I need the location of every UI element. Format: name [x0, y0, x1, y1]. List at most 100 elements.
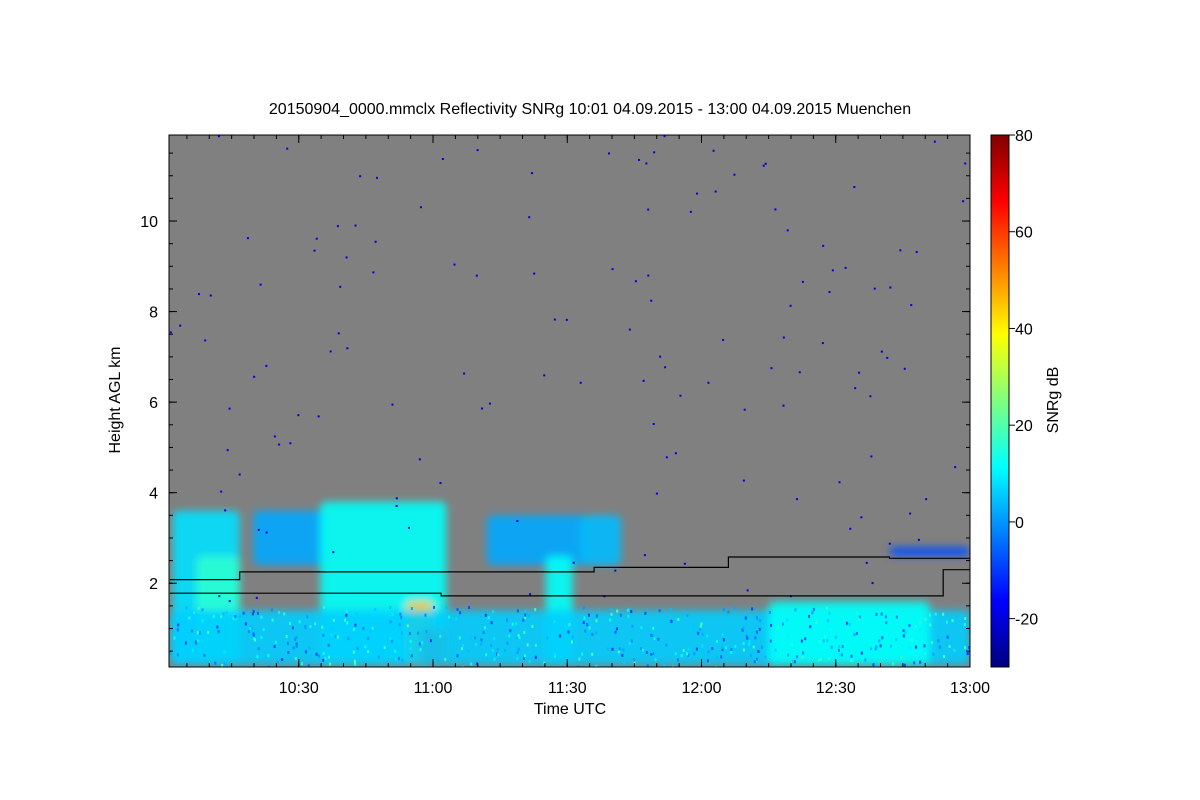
noise-speckle-dot — [640, 625, 643, 629]
noise-speckle-dot — [177, 623, 180, 627]
x-axis-label: Time UTC — [534, 701, 606, 718]
noise-speckle-dot — [530, 172, 533, 175]
noise-speckle-dot — [608, 152, 611, 155]
noise-speckle-dot — [616, 609, 619, 613]
noise-speckle-dot — [216, 625, 219, 629]
noise-speckle-dot — [424, 613, 427, 617]
noise-speckle-dot — [190, 629, 193, 633]
noise-speckle-dot — [234, 615, 237, 619]
noise-speckle-dot — [283, 612, 286, 616]
noise-speckle-dot — [389, 620, 392, 624]
noise-speckle-dot — [395, 497, 398, 500]
noise-speckle-dot — [595, 619, 598, 623]
noise-speckle-dot — [259, 283, 262, 286]
noise-speckle-dot — [474, 636, 477, 640]
noise-speckle-dot — [512, 648, 515, 652]
noise-speckle-dot — [339, 635, 342, 639]
noise-speckle-dot — [354, 623, 357, 627]
noise-speckle-dot — [445, 605, 448, 609]
noise-speckle-dot — [870, 455, 873, 458]
noise-speckle-dot — [347, 637, 350, 641]
noise-speckle-dot — [257, 647, 260, 651]
noise-speckle-dot — [401, 658, 404, 662]
noise-speckle-dot — [720, 655, 723, 659]
noise-speckle-dot — [686, 652, 689, 656]
colorbar-ticks: -20 0 20 40 60 80 — [1009, 128, 1038, 629]
noise-speckle-dot — [963, 646, 966, 650]
noise-speckle-dot — [915, 640, 918, 644]
noise-speckle-dot — [622, 648, 625, 652]
noise-speckle-dot — [953, 648, 956, 652]
noise-speckle-dot — [610, 612, 613, 616]
noise-speckle-dot — [638, 158, 641, 161]
noise-speckle-dot — [223, 650, 226, 654]
noise-speckle-dot — [374, 607, 377, 611]
noise-speckle-dot — [753, 660, 756, 664]
noise-speckle-dot — [910, 638, 913, 642]
noise-speckle-dot — [774, 648, 777, 652]
noise-speckle-dot — [749, 654, 752, 658]
noise-speckle-dot — [627, 608, 630, 612]
noise-speckle-dot — [462, 644, 465, 648]
noise-speckle-dot — [343, 618, 346, 622]
noise-speckle-dot — [586, 623, 589, 627]
noise-speckle-dot — [470, 662, 473, 666]
noise-speckle-dot — [589, 631, 592, 635]
x-tick-label: 11:00 — [414, 680, 453, 697]
noise-speckle-dot — [169, 620, 172, 624]
noise-speckle-dot — [686, 613, 689, 617]
noise-speckle-dot — [553, 318, 556, 321]
noise-speckle-dot — [321, 639, 324, 643]
noise-speckle-dot — [253, 375, 256, 378]
noise-speckle-dot — [707, 650, 710, 654]
x-tick-label: 13:00 — [950, 680, 990, 697]
noise-speckle-dot — [517, 647, 520, 651]
noise-speckle-dot — [595, 664, 598, 667]
noise-speckle-dot — [518, 636, 521, 640]
noise-speckle-dot — [819, 657, 822, 661]
noise-speckle-dot — [786, 635, 789, 639]
noise-speckle-dot — [345, 256, 348, 259]
noise-speckle-dot — [265, 531, 268, 534]
noise-speckle-dot — [875, 612, 878, 616]
noise-speckle-dot — [809, 625, 812, 629]
noise-speckle-dot — [913, 661, 916, 665]
noise-speckle-dot — [837, 648, 840, 652]
noise-speckle-dot — [546, 636, 549, 640]
noise-speckle-dot — [468, 606, 471, 610]
noise-speckle-dot — [534, 655, 537, 659]
noise-speckle-dot — [841, 645, 844, 649]
noise-speckle-dot — [509, 629, 512, 633]
noise-speckle-dot — [295, 644, 298, 648]
noise-speckle-dot — [371, 626, 374, 630]
noise-speckle-dot — [706, 634, 709, 638]
noise-speckle-dot — [845, 621, 848, 625]
noise-speckle-dot — [313, 249, 316, 252]
noise-speckle-dot — [631, 624, 634, 628]
noise-speckle-dot — [491, 655, 494, 659]
noise-speckle-dot — [474, 642, 477, 646]
noise-speckle-dot — [775, 661, 778, 665]
noise-speckle-dot — [798, 371, 801, 374]
noise-speckle-dot — [419, 648, 422, 652]
noise-speckle-dot — [523, 654, 526, 658]
noise-speckle-dot — [835, 646, 838, 650]
noise-speckle-dot — [579, 381, 582, 384]
noise-speckle-dot — [397, 657, 400, 661]
noise-speckle-dot — [516, 657, 519, 661]
noise-speckle-dot — [934, 612, 937, 616]
noise-speckle-dot — [782, 404, 785, 407]
noise-speckle-dot — [748, 642, 751, 646]
noise-speckle-dot — [892, 662, 895, 666]
noise-speckle-dot — [695, 647, 698, 651]
noise-speckle-dot — [553, 620, 556, 624]
noise-speckle-dot — [515, 622, 518, 626]
noise-speckle-dot — [904, 630, 907, 634]
noise-speckle-dot — [408, 631, 411, 635]
noise-speckle-dot — [389, 637, 392, 641]
noise-speckle-dot — [497, 653, 500, 657]
noise-speckle-dot — [485, 653, 488, 657]
noise-speckle-dot — [505, 618, 508, 622]
noise-speckle-dot — [516, 609, 519, 613]
noise-speckle-dot — [356, 646, 359, 650]
